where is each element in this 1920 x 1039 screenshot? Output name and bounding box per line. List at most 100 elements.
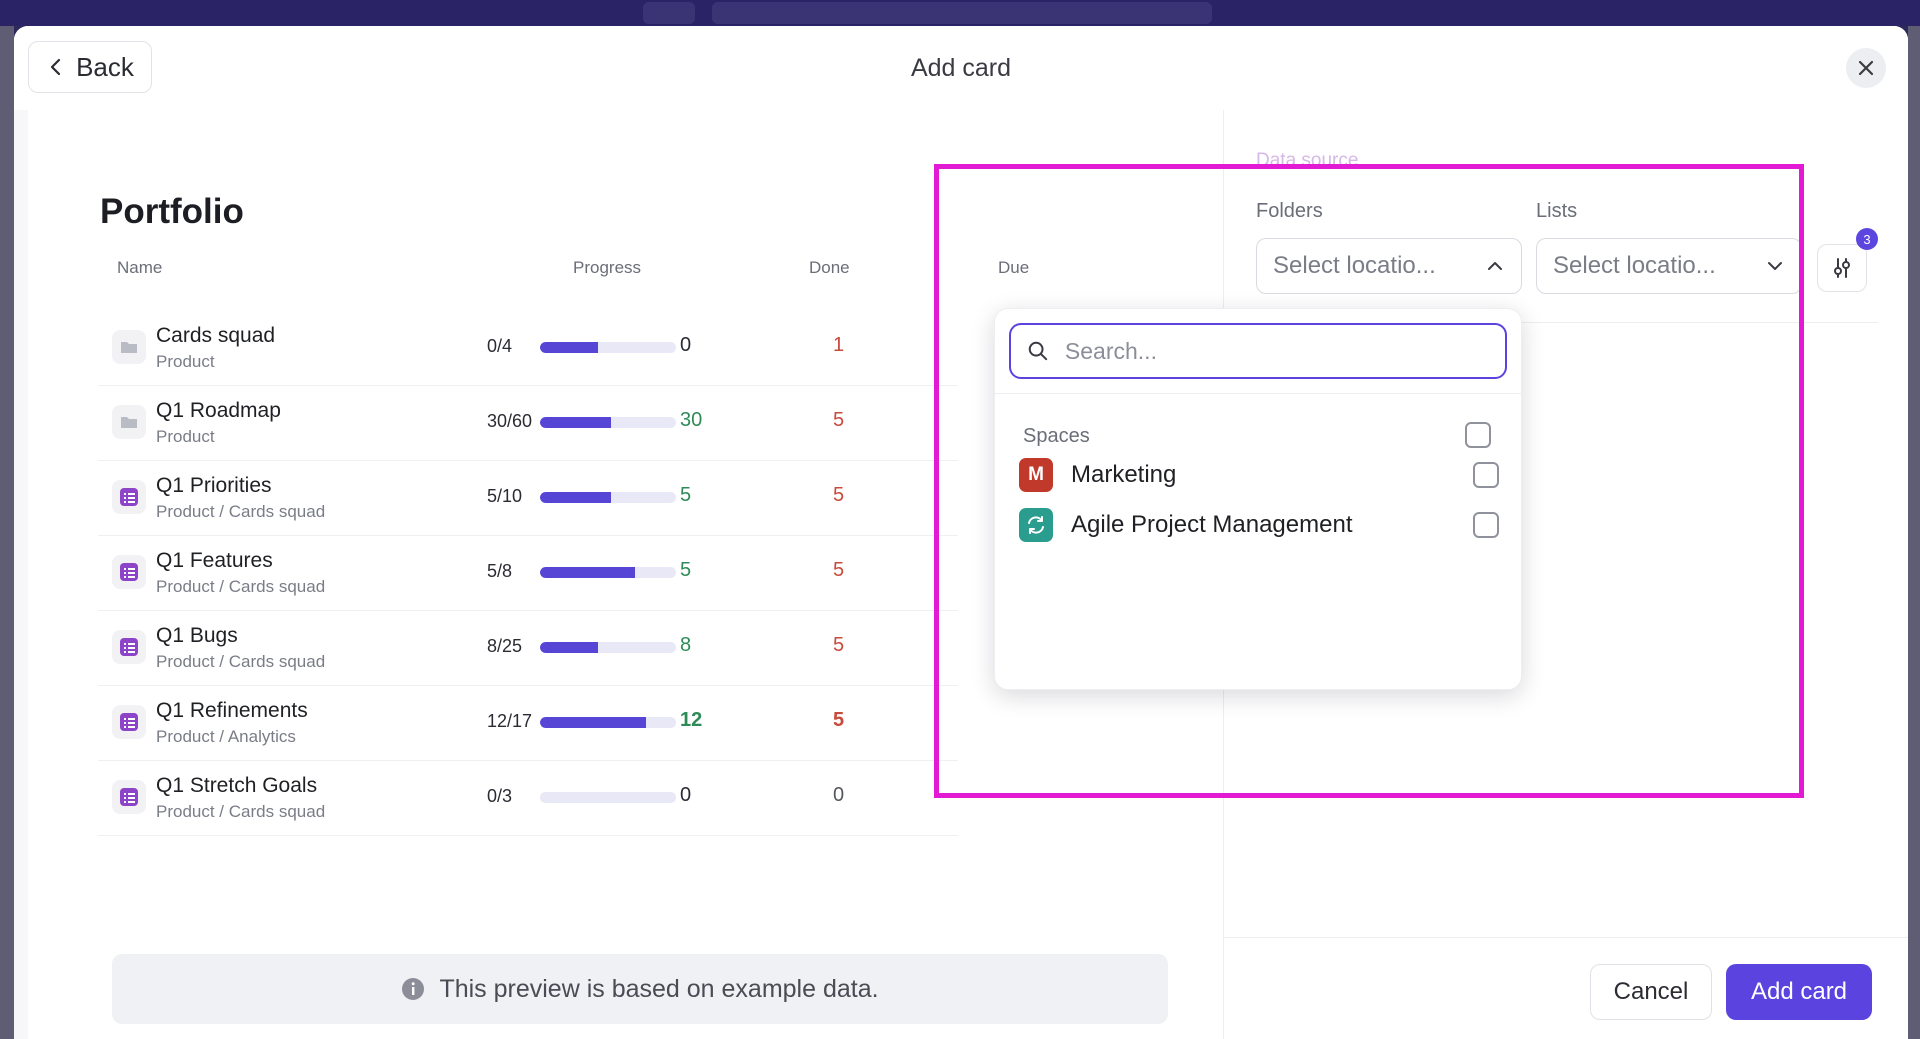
space-item-label: Marketing: [1071, 461, 1177, 488]
spaces-section-label: Spaces: [1023, 425, 1090, 447]
table-row[interactable]: Q1 Roadmap Product 30/60 30 5: [98, 385, 958, 461]
modal-header: Back Add card: [14, 26, 1908, 110]
calendar-icon[interactable]: [643, 2, 695, 24]
list-icon: [112, 480, 146, 514]
app-top-bar: [0, 0, 1920, 26]
table-row[interactable]: Q1 Stretch Goals Product / Cards squad 0/3…: [98, 760, 958, 836]
row-done-count: 8: [680, 634, 692, 656]
row-path: Product / Cards squad: [156, 502, 326, 521]
row-progress-bar: [540, 567, 676, 578]
lists-select[interactable]: Select locatio...: [1536, 238, 1802, 294]
row-progress-fill: [540, 717, 647, 728]
modal-title: Add card: [910, 54, 1012, 82]
data-source-label: Data source: [1256, 150, 1359, 171]
preview-gutter: [14, 110, 28, 1039]
portfolio-title: Portfolio: [100, 192, 244, 231]
row-path: Product / Analytics: [156, 727, 296, 746]
row-progress-fill: [540, 492, 611, 503]
row-path: Product / Cards squad: [156, 577, 326, 596]
row-path: Product: [156, 427, 215, 446]
lists-label: Lists: [1536, 200, 1578, 222]
row-due-count: 5: [833, 709, 845, 731]
row-done-count: 0: [680, 784, 692, 806]
row-progress-text: 0/4: [487, 336, 513, 356]
row-name: Q1 Stretch Goals: [156, 774, 318, 797]
background-right-edge: [1908, 26, 1920, 1039]
example-data-note: This preview is based on example data.: [112, 954, 1168, 1024]
global-search-bar[interactable]: [712, 2, 1212, 24]
row-due-count: 0: [833, 784, 845, 806]
table-row[interactable]: Q1 Bugs Product / Cards squad 8/25 8 5: [98, 610, 958, 686]
row-due-count: 5: [833, 559, 845, 581]
row-path: Product / Cards squad: [156, 802, 326, 821]
row-due-count: 5: [833, 409, 845, 431]
location-search-field[interactable]: [1009, 323, 1507, 379]
row-progress-bar: [540, 342, 676, 353]
row-path: Product: [156, 352, 215, 371]
list-icon: [112, 630, 146, 664]
row-progress-fill: [540, 417, 611, 428]
space-item-label: Agile Project Management: [1071, 511, 1353, 538]
row-progress-fill: [540, 642, 599, 653]
folders-select[interactable]: Select locatio...: [1256, 238, 1522, 294]
location-dropdown: Spaces M Marketing Agile Project Managem…: [994, 308, 1522, 690]
row-done-count: 0: [680, 334, 692, 356]
list-icon: [112, 780, 146, 814]
cancel-button[interactable]: Cancel: [1590, 964, 1712, 1020]
row-name: Q1 Priorities: [156, 474, 272, 497]
location-search-input[interactable]: [1062, 336, 1489, 366]
search-icon: [1028, 341, 1048, 361]
row-name: Q1 Features: [156, 549, 273, 572]
space-item-marketing[interactable]: M Marketing: [1019, 455, 1499, 495]
folder-icon: [112, 330, 146, 364]
close-button[interactable]: [1846, 48, 1886, 88]
row-done-count: 30: [680, 409, 703, 431]
column-header-progress: Progress: [573, 258, 642, 277]
footer-divider: [1224, 937, 1908, 938]
row-done-count: 12: [680, 709, 703, 731]
background-sidebar: [0, 26, 14, 1039]
spaces-select-all-checkbox[interactable]: [1465, 422, 1491, 448]
table-row[interactable]: Q1 Priorities Product / Cards squad 5/10 5 5: [98, 460, 958, 536]
folders-select-value: Select locatio...: [1273, 252, 1436, 279]
sliders-icon: [1834, 258, 1850, 278]
row-progress-fill: [540, 342, 599, 353]
row-progress-bar: [540, 492, 676, 503]
row-name: Q1 Roadmap: [156, 399, 281, 422]
row-done-count: 5: [680, 484, 692, 506]
chevron-down-icon: [1768, 262, 1782, 270]
row-due-count: 5: [833, 634, 845, 656]
column-header-name: Name: [117, 258, 163, 277]
row-progress-bar: [540, 717, 676, 728]
row-progress-bar: [540, 642, 676, 653]
table-row[interactable]: Cards squad Product 0/4 0 1: [98, 310, 958, 386]
folders-label: Folders: [1256, 200, 1323, 222]
list-icon: [112, 555, 146, 589]
filter-settings-button[interactable]: [1817, 244, 1867, 292]
row-done-count: 5: [680, 559, 692, 581]
info-icon: [402, 978, 425, 1000]
table-row[interactable]: Q1 Refinements Product / Analytics 12/17 12…: [98, 685, 958, 761]
row-progress-text: 8/25: [487, 636, 523, 656]
row-path: Product / Cards squad: [156, 652, 326, 671]
add-card-button[interactable]: Add card: [1726, 964, 1872, 1020]
space-item-agile-project-management[interactable]: Agile Project Management: [1019, 505, 1499, 545]
row-progress-bar: [540, 792, 676, 803]
table-row[interactable]: Q1 Features Product / Cards squad 5/8 5 5: [98, 535, 958, 611]
dropdown-separator: [995, 393, 1521, 394]
column-header-due: Due: [998, 258, 1030, 277]
row-name: Q1 Bugs: [156, 624, 238, 647]
list-icon: [112, 705, 146, 739]
row-progress-text: 12/17: [487, 711, 533, 731]
lists-select-value: Select locatio...: [1553, 252, 1716, 279]
column-header-done: Done: [809, 258, 850, 277]
row-progress-text: 30/60: [487, 411, 533, 431]
marketing-checkbox[interactable]: [1473, 462, 1499, 488]
agile-project-management-checkbox[interactable]: [1473, 512, 1499, 538]
close-icon: [1858, 60, 1874, 76]
folder-icon: [112, 405, 146, 439]
row-due-count: 1: [833, 334, 845, 356]
add-card-modal: Back Add card Portfolio Name Progress Do…: [14, 26, 1908, 1039]
note-text: This preview is based on example data.: [439, 974, 879, 1003]
row-name: Q1 Refinements: [156, 699, 308, 722]
